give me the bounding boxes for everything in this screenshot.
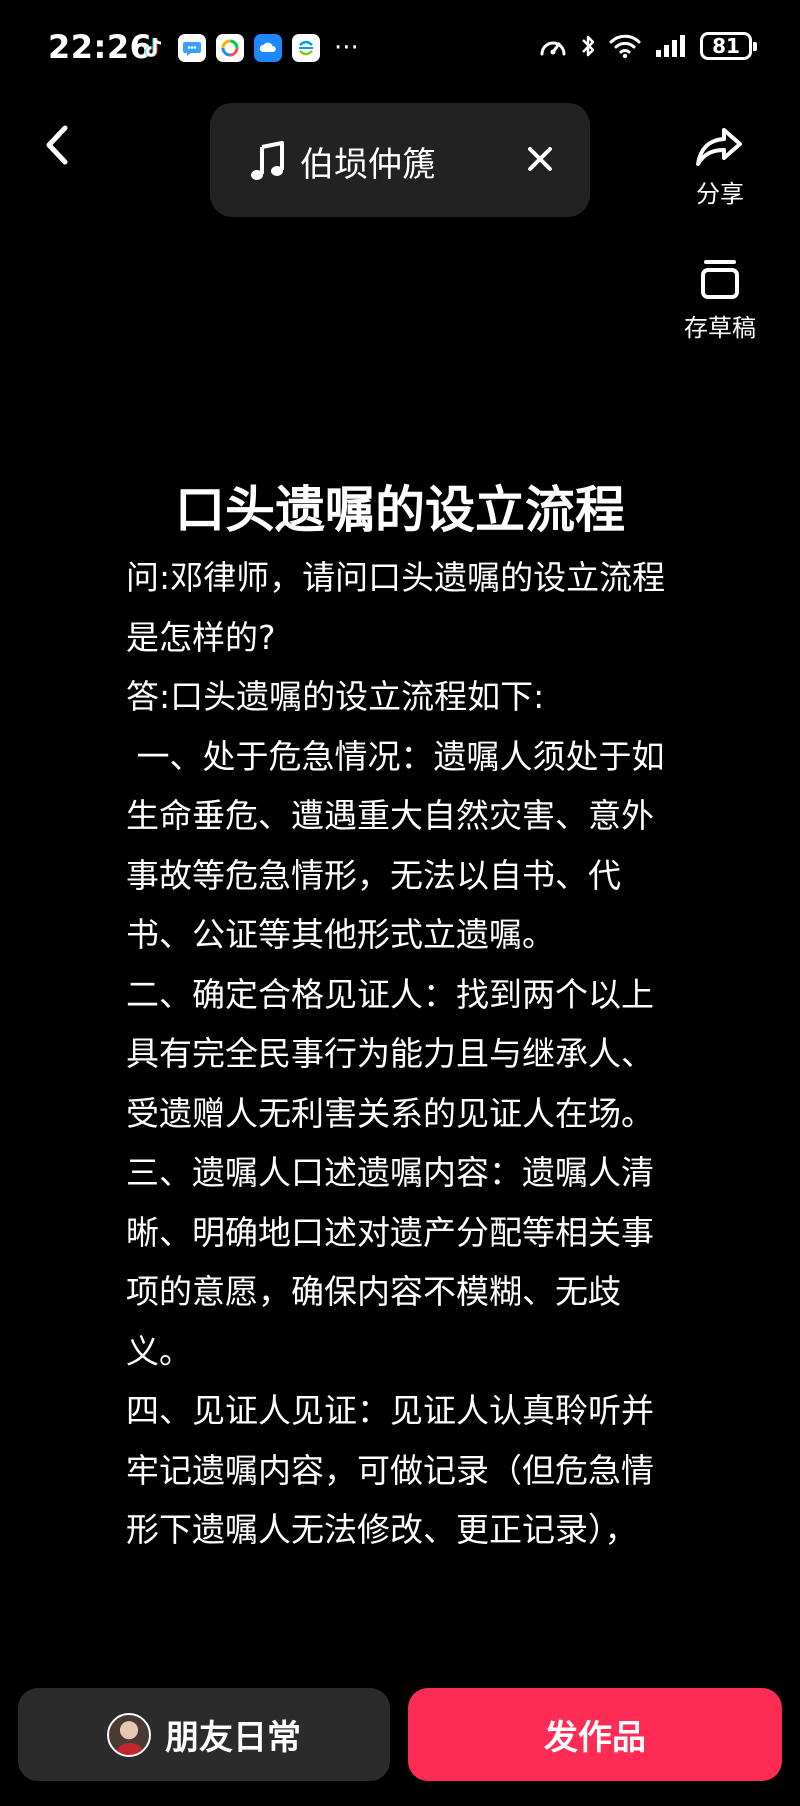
share-button[interactable]: 分享 <box>660 124 780 209</box>
step-1-paragraph: 一、处于危急情况：遗嘱人须处于如生命垂危、遭遇重大自然灾害、意外事故等危急情形，… <box>126 736 665 955</box>
step-2-paragraph: 二、确定合格见证人：找到两个以上具有完全民事行为能力且与继承人、受遗赠人无利害关… <box>126 974 654 1133</box>
wifi-icon <box>609 34 641 59</box>
step-3-paragraph: 三、遗嘱人口述遗嘱内容：遗嘱人清晰、明确地口述对遗产分配等相关事项的意愿，确保内… <box>126 1153 654 1371</box>
system-status: 81 <box>538 32 757 60</box>
bluetooth-icon <box>582 35 595 57</box>
step-4-paragraph: 四、见证人见证：见证人认真聆听并牢记遗嘱内容，可做记录（但危急情形下遗嘱人无法修… <box>126 1391 654 1549</box>
music-note-icon <box>251 141 284 180</box>
china-mobile-icon <box>292 34 320 62</box>
chat-bubble-icon <box>178 34 206 62</box>
notification-icons: ··· <box>140 34 359 62</box>
question-paragraph: 问:邓律师，请问口头遗嘱的设立流程是怎样的? <box>126 558 666 657</box>
tiktok-icon <box>140 34 168 62</box>
publish-button[interactable]: 发作品 <box>408 1688 782 1781</box>
music-title: 伯埙仲篪 <box>300 145 436 185</box>
status-bar: 22:26 ··· 81 <box>0 0 800 100</box>
draft-box-icon <box>701 260 739 299</box>
avatar <box>107 1712 151 1757</box>
document-body: 问:邓律师，请问口头遗嘱的设立流程是怎样的? 答:口头遗嘱的设立流程如下: 一、… <box>126 548 686 1560</box>
friends-daily-label: 朋友日常 <box>165 1718 301 1758</box>
save-draft-label: 存草稿 <box>684 314 756 342</box>
more-notifications-indicator: ··· <box>334 33 359 63</box>
battery-indicator: 81 <box>700 32 757 60</box>
ring-app-icon <box>216 34 244 62</box>
selected-music-pill[interactable]: 伯埙仲篪 <box>210 103 590 217</box>
remove-music-button[interactable] <box>524 143 556 175</box>
cloud-app-icon <box>254 34 282 62</box>
document-title: 口头遗嘱的设立流程 <box>175 481 625 539</box>
chevron-left-icon <box>46 125 68 165</box>
save-draft-button[interactable]: 存草稿 <box>660 258 780 343</box>
friends-daily-button[interactable]: 朋友日常 <box>18 1688 390 1781</box>
publish-label: 发作品 <box>544 1718 646 1758</box>
answer-intro-paragraph: 答:口头遗嘱的设立流程如下: <box>126 677 545 716</box>
speed-gauge-icon <box>540 41 566 56</box>
back-button[interactable] <box>36 120 76 170</box>
share-arrow-icon <box>696 128 742 166</box>
share-label: 分享 <box>696 180 744 208</box>
cellular-signal-icon <box>656 35 685 57</box>
status-time: 22:26 <box>48 28 153 66</box>
